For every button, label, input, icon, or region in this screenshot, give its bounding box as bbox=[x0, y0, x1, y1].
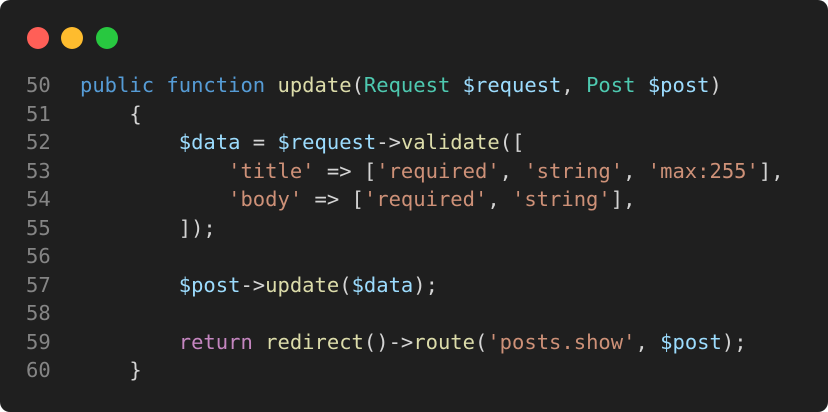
code-token: ([ bbox=[499, 130, 525, 154]
code-token: ( bbox=[351, 73, 364, 97]
code-line: 53 'title' => ['required', 'string', 'ma… bbox=[0, 157, 828, 186]
line-number: 58 bbox=[26, 301, 51, 325]
line-number: 51 bbox=[26, 101, 51, 126]
code-token: 'body' bbox=[228, 187, 303, 211]
code-token: return bbox=[178, 329, 253, 354]
code-token: $request bbox=[277, 130, 377, 154]
code-token: ); bbox=[413, 272, 438, 297]
code-token: = bbox=[240, 130, 278, 154]
close-window-button[interactable] bbox=[27, 27, 49, 49]
code-token: => [ bbox=[302, 187, 364, 211]
code-line: 58 bbox=[0, 299, 828, 328]
code-token: Post bbox=[586, 73, 636, 97]
code-token: Request bbox=[363, 73, 451, 97]
line-source: { bbox=[80, 100, 142, 129]
code-token: $post bbox=[647, 73, 710, 97]
code-line: 56 bbox=[0, 242, 828, 271]
code-token: => [ bbox=[314, 158, 377, 183]
code-token: 'required' bbox=[376, 158, 500, 183]
line-source: $post->update($data); bbox=[80, 271, 438, 300]
code-token: $data bbox=[351, 272, 414, 297]
code-line: 55 ]); bbox=[0, 214, 828, 243]
code-block: 50 public function update(Request $reques… bbox=[0, 71, 828, 385]
code-line: 50 public function update(Request $reques… bbox=[0, 71, 828, 100]
code-line: 51 { bbox=[0, 100, 828, 129]
code-line: 59 return redirect()->route('posts.show'… bbox=[0, 328, 828, 357]
line-number: 50 bbox=[26, 73, 51, 97]
line-number: 53 bbox=[26, 158, 51, 183]
line-number: 59 bbox=[26, 329, 51, 354]
code-token: , bbox=[561, 73, 587, 97]
code-token: redirect bbox=[265, 329, 364, 354]
code-token: } bbox=[80, 358, 142, 382]
code-token: $post bbox=[178, 272, 241, 297]
code-token: update bbox=[265, 272, 340, 297]
code-token: 'required' bbox=[363, 187, 488, 211]
code-line: 52 $data = $request->validate([ bbox=[0, 128, 828, 157]
code-token: ()-> bbox=[363, 329, 414, 354]
code-token: -> bbox=[240, 272, 266, 297]
code-line: 57 $post->update($data); bbox=[0, 271, 828, 300]
line-number: 54 bbox=[26, 187, 51, 211]
line-source: 'body' => ['required', 'string'], bbox=[80, 185, 635, 214]
maximize-window-button[interactable] bbox=[96, 27, 118, 49]
code-token: public bbox=[80, 73, 155, 97]
window-titlebar bbox=[0, 0, 828, 70]
code-window: 50 public function update(Request $reques… bbox=[0, 0, 828, 412]
code-token: ]); bbox=[80, 215, 216, 240]
code-token: 'string' bbox=[524, 158, 624, 183]
line-source: 'title' => ['required', 'string', 'max:2… bbox=[80, 157, 784, 186]
code-token: -> bbox=[376, 130, 401, 154]
code-token: ], bbox=[610, 187, 636, 211]
minimize-window-button[interactable] bbox=[61, 27, 83, 49]
code-token: $data bbox=[178, 130, 241, 154]
code-token: update bbox=[277, 73, 352, 97]
code-token: , bbox=[635, 329, 661, 354]
code-token: ( bbox=[475, 329, 488, 354]
code-token: , bbox=[487, 187, 512, 211]
code-token: validate bbox=[400, 130, 500, 154]
line-source: public function update(Request $request,… bbox=[80, 71, 722, 100]
line-source: } bbox=[80, 356, 142, 385]
line-number: 57 bbox=[26, 272, 51, 297]
line-source: ]); bbox=[80, 214, 216, 243]
code-token: ( bbox=[339, 272, 352, 297]
code-token: 'max:255' bbox=[647, 158, 759, 183]
code-token: ) bbox=[709, 73, 722, 97]
code-token: 'posts.show' bbox=[487, 329, 636, 354]
line-number: 56 bbox=[26, 244, 51, 268]
line-number: 55 bbox=[26, 215, 51, 240]
code-line: 54 'body' => ['required', 'string'], bbox=[0, 185, 828, 214]
line-source: $data = $request->validate([ bbox=[80, 128, 525, 157]
code-token: , bbox=[623, 158, 648, 183]
code-token: { bbox=[80, 101, 142, 126]
code-token: $post bbox=[660, 329, 722, 354]
code-token: function bbox=[166, 73, 266, 97]
code-token: , bbox=[499, 158, 525, 183]
code-token: $request bbox=[462, 73, 562, 97]
code-token: ); bbox=[721, 329, 747, 354]
code-token: route bbox=[413, 329, 475, 354]
code-line: 60 } bbox=[0, 356, 828, 385]
code-token: 'title' bbox=[228, 158, 315, 183]
code-token: ], bbox=[758, 158, 784, 183]
line-source: return redirect()->route('posts.show', $… bbox=[80, 328, 747, 357]
line-number: 52 bbox=[26, 130, 51, 154]
line-number: 60 bbox=[26, 358, 51, 382]
code-token: 'string' bbox=[512, 187, 611, 211]
